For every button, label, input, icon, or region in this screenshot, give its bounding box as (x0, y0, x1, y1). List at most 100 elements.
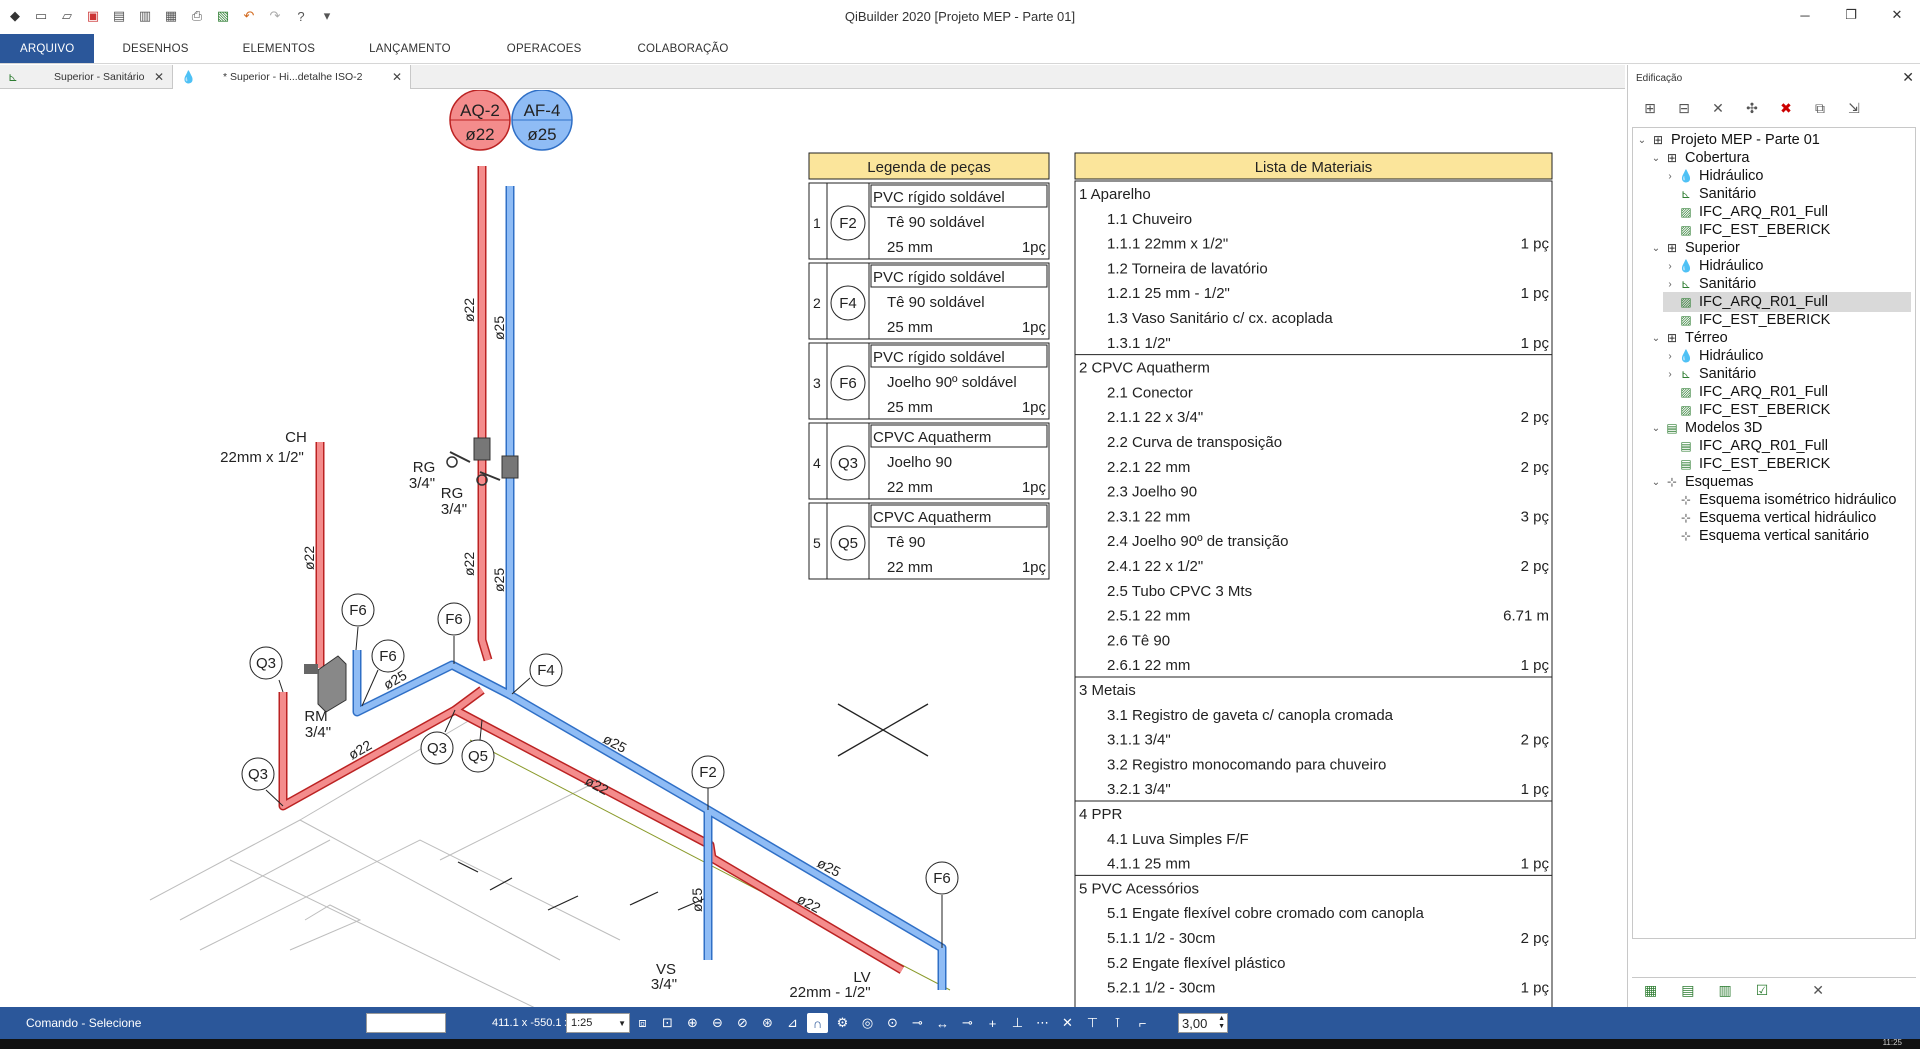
tree-item[interactable]: ⊹ Esquema isométrico hidráulico (1663, 490, 1896, 510)
snap-perpendicular-icon[interactable]: ⊸ (957, 1013, 978, 1033)
pan-icon[interactable]: ⊛ (757, 1013, 778, 1033)
value-spinner[interactable]: 3,00 ▲ ▼ (1178, 1013, 1228, 1033)
tree-item[interactable]: › 💧 Hidráulico (1663, 166, 1763, 186)
snap-extension-icon[interactable]: ⋯ (1032, 1013, 1053, 1033)
tree-item[interactable]: ⊾ Sanitário (1663, 184, 1756, 204)
measure-icon[interactable]: ⊿ (782, 1013, 803, 1033)
materials-item: 3 Metais (1079, 682, 1136, 699)
tab-lancamento[interactable]: LANÇAMENTO (341, 34, 479, 63)
snap-point-icon[interactable]: ⊙ (882, 1013, 903, 1033)
doc-tab-iso-detail[interactable]: 💧 * Superior - Hi...detalhe ISO-2 ✕ (173, 65, 411, 89)
snap-center-icon[interactable]: ◎ (857, 1013, 878, 1033)
snap-intersection-icon[interactable]: + (982, 1013, 1003, 1033)
angle-icon[interactable]: ⌐ (1132, 1013, 1153, 1033)
zoom-previous-icon[interactable]: ⊘ (732, 1013, 753, 1033)
tree-item[interactable]: ▨ IFC_EST_EBERICK (1663, 310, 1830, 330)
close-window-icon[interactable]: ✕ (1874, 0, 1920, 30)
building-tab-icon[interactable]: ▦ (1644, 982, 1657, 999)
close-icon[interactable]: ✕ (392, 70, 402, 84)
ortho-icon[interactable]: ⊺ (1107, 1013, 1128, 1033)
tree-item[interactable]: ⊹ Esquema vertical sanitário (1663, 526, 1869, 546)
snap-tangent-icon[interactable]: ⊤ (1082, 1013, 1103, 1033)
zoom-out-icon[interactable]: ⊖ (707, 1013, 728, 1033)
legend-piece: Tê 90 soldável (887, 294, 985, 311)
snap-midpoint-icon[interactable]: ↔ (932, 1013, 953, 1033)
tree-item[interactable]: › ⊾ Sanitário (1663, 364, 1756, 384)
tree-item-label: IFC_EST_EBERICK (1699, 456, 1831, 472)
chevron-right-icon[interactable]: › (1663, 171, 1677, 182)
tab-desenhos[interactable]: DESENHOS (94, 34, 216, 63)
tree-item[interactable]: › 💧 Hidráulico (1663, 346, 1763, 366)
chevron-right-icon[interactable]: › (1663, 279, 1677, 290)
chevron-right-icon[interactable]: › (1663, 351, 1677, 362)
tree-item[interactable]: ▨ IFC_ARQ_R01_Full (1663, 292, 1911, 312)
snap-cross-icon[interactable]: ✕ (1057, 1013, 1078, 1033)
chevron-down-icon[interactable]: ⌄ (1649, 153, 1663, 164)
tab-arquivo[interactable]: ARQUIVO (0, 34, 95, 63)
import-icon[interactable]: ⇲ (1842, 97, 1866, 119)
scale-select[interactable]: 1:25 ▼ (566, 1013, 630, 1033)
tab-colaboracao[interactable]: COLABORAÇÃO (609, 34, 756, 63)
spinner-arrows-icon[interactable]: ▲ ▼ (1218, 1015, 1225, 1031)
delete-icon[interactable]: ✖ (1774, 97, 1798, 119)
sanitary-icon: ⊾ (1680, 187, 1692, 201)
command-input[interactable] (366, 1013, 446, 1033)
tree-item[interactable]: ▤ IFC_EST_EBERICK (1663, 454, 1830, 474)
zoom-in-icon[interactable]: ⊕ (682, 1013, 703, 1033)
materials-item: 4.1 Luva Simples F/F (1107, 831, 1249, 848)
tree-item-label: Esquema vertical hidráulico (1699, 510, 1877, 526)
snap-nearest-icon[interactable]: ⊥ (1007, 1013, 1028, 1033)
layers-tab-icon[interactable]: ▤ (1681, 982, 1694, 999)
tab-operacoes[interactable]: OPERACOES (479, 34, 610, 63)
table-tab-icon[interactable]: ▥ (1718, 982, 1731, 999)
tools-tab-icon[interactable]: ✕ (1812, 982, 1824, 999)
tree-item[interactable]: ⌄ ⊞ Cobertura (1649, 148, 1750, 168)
zoom-extents-icon[interactable]: ⊡ (657, 1013, 678, 1033)
tree-item[interactable]: › 💧 Hidráulico (1663, 256, 1763, 276)
tree-item[interactable]: ▨ IFC_EST_EBERICK (1663, 400, 1830, 420)
tree-item[interactable]: ⌄ ⊹ Esquemas (1649, 472, 1754, 492)
chevron-down-icon[interactable]: ⌄ (1649, 333, 1663, 344)
chevron-down-icon[interactable]: ⌄ (1649, 423, 1663, 434)
close-icon[interactable]: ✕ (154, 70, 164, 84)
close-icon[interactable]: ✕ (1902, 69, 1914, 86)
tab-elementos[interactable]: ELEMENTOS (217, 34, 342, 63)
chevron-right-icon[interactable]: › (1663, 261, 1677, 272)
check-tab-icon[interactable]: ☑ (1756, 982, 1769, 999)
tree-item[interactable]: ⊹ Esquema vertical hidráulico (1663, 508, 1876, 528)
chevron-down-icon[interactable]: ⌄ (1649, 477, 1663, 488)
tree-item[interactable]: ⌄ ▤ Modelos 3D (1649, 418, 1763, 438)
panel-title: Edificação (1636, 73, 1683, 84)
chevron-right-icon[interactable]: › (1663, 369, 1677, 380)
tree-item[interactable]: ▨ IFC_EST_EBERICK (1663, 220, 1830, 240)
drawing-canvas[interactable]: AQ-2 ø22 AF-4 ø25 ø22 ø25 ø22 ø25 ø22 ø2… (0, 90, 1625, 1007)
tree-item[interactable]: ▤ IFC_ARQ_R01_Full (1663, 436, 1828, 456)
tree-item[interactable]: ⌄ ⊞ Superior (1649, 238, 1740, 258)
chevron-down-icon[interactable]: ⌄ (1635, 135, 1649, 146)
snap-endpoint-icon[interactable]: ⊸ (907, 1013, 928, 1033)
export-icon[interactable]: ⧉ (1808, 97, 1832, 119)
zoom-window-icon[interactable]: ⧈ (632, 1013, 653, 1033)
add-building-icon[interactable]: ⊞ (1638, 97, 1662, 119)
doc-tab-sanitario[interactable]: ⊾ Superior - Sanitário ✕ (0, 65, 173, 89)
snap-settings-icon[interactable]: ⚙ (832, 1013, 853, 1033)
tree-item[interactable]: ▨ IFC_ARQ_R01_Full (1663, 202, 1828, 222)
pipe-label: ø25 (689, 888, 705, 912)
tree-item[interactable]: ⌄ ⊞ Projeto MEP - Parte 01 (1635, 130, 1820, 150)
materials-item: 5.2.1 1/2 - 30cm (1107, 980, 1215, 997)
settings-icon[interactable]: ✣ (1740, 97, 1764, 119)
minimize-icon[interactable]: ─ (1782, 0, 1828, 30)
materials-row: 5.1.1 1/2 - 30cm 2 pç (1107, 930, 1549, 947)
restore-icon[interactable]: ❐ (1828, 0, 1874, 30)
materials-qty: 6.71 m (1503, 608, 1549, 625)
add-floor-icon[interactable]: ⊟ (1672, 97, 1696, 119)
tree-item[interactable]: ⌄ ⊞ Térreo (1649, 328, 1728, 348)
legend-qty: 1pç (1022, 559, 1047, 576)
snap-toggle-icon[interactable]: ∩ (807, 1013, 828, 1033)
chevron-down-icon[interactable]: ⌄ (1649, 243, 1663, 254)
tools-icon[interactable]: ✕ (1706, 97, 1730, 119)
tree-item[interactable]: › ⊾ Sanitário (1663, 274, 1756, 294)
tree-item[interactable]: ▨ IFC_ARQ_R01_Full (1663, 382, 1828, 402)
ifc-icon: ▨ (1680, 223, 1692, 237)
legend-size: 25 mm (887, 399, 933, 416)
